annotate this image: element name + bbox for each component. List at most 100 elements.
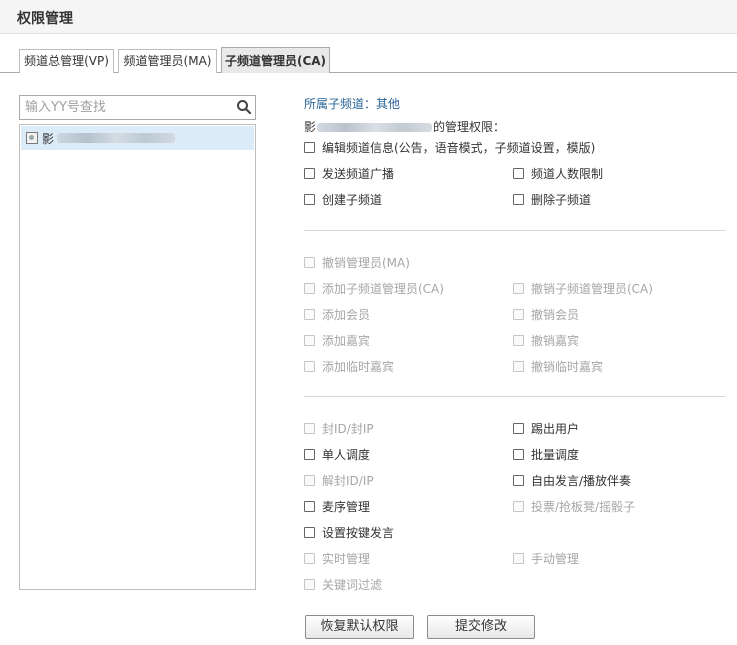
submit-button[interactable]: 提交修改 xyxy=(427,615,535,639)
checkbox[interactable] xyxy=(304,500,315,512)
tab-ca[interactable]: 子频道管理员(CA) xyxy=(221,47,330,73)
perm-push-to-talk[interactable]: 设置按键发言 xyxy=(304,524,394,540)
perm-label: 频道人数限制 xyxy=(531,166,604,181)
perm-label: 自由发言/播放伴奏 xyxy=(531,473,632,488)
checkbox xyxy=(304,422,315,434)
perm-label: 实时管理 xyxy=(322,551,371,566)
checkbox[interactable] xyxy=(513,422,524,434)
perm-label: 封ID/封IP xyxy=(322,421,374,436)
perm-edit-channel-info[interactable]: 编辑频道信息(公告，语音模式，子频道设置，模版) xyxy=(304,139,595,155)
perm-label: 创建子频道 xyxy=(322,192,383,207)
perm-label: 删除子频道 xyxy=(531,192,592,207)
checkbox xyxy=(513,308,524,320)
checkbox[interactable] xyxy=(304,526,315,538)
permission-title-suffix: 的管理权限： xyxy=(433,120,506,134)
perm-label: 撤销子频道管理员(CA) xyxy=(531,281,653,296)
perm-label: 单人调度 xyxy=(322,447,371,462)
perm-batch-move[interactable]: 批量调度 xyxy=(513,446,579,462)
divider xyxy=(304,230,726,231)
checkbox xyxy=(304,282,315,294)
perm-mic-queue[interactable]: 麦序管理 xyxy=(304,498,370,514)
checkbox xyxy=(513,334,524,346)
perm-realtime-manage: 实时管理 xyxy=(304,550,370,566)
checkbox xyxy=(304,552,315,564)
perm-send-broadcast[interactable]: 发送频道广播 xyxy=(304,165,394,181)
perm-label: 添加子频道管理员(CA) xyxy=(322,281,444,296)
member-name: 影 xyxy=(42,132,55,146)
checkbox[interactable] xyxy=(304,448,315,460)
checkbox xyxy=(304,578,315,590)
perm-user-limit[interactable]: 频道人数限制 xyxy=(513,165,603,181)
permission-title-prefix: 影 xyxy=(304,120,317,134)
divider xyxy=(304,396,726,397)
perm-manual-manage: 手动管理 xyxy=(513,550,579,566)
perm-label: 撤销嘉宾 xyxy=(531,333,580,348)
checkbox[interactable] xyxy=(513,193,524,205)
perm-label: 批量调度 xyxy=(531,447,580,462)
checkbox[interactable] xyxy=(304,193,315,205)
checkbox xyxy=(304,308,315,320)
perm-label: 添加临时嘉宾 xyxy=(322,359,395,374)
obscured-name xyxy=(317,123,433,132)
perm-add-guest: 添加嘉宾 xyxy=(304,332,370,348)
sub-channel-label: 所属子频道：其他 xyxy=(304,97,401,111)
obscured-name xyxy=(57,133,175,143)
perm-label: 关键词过滤 xyxy=(322,577,383,592)
checkbox xyxy=(304,256,315,268)
perm-label: 踢出用户 xyxy=(531,421,580,436)
perm-label: 发送频道广播 xyxy=(322,166,395,181)
checkbox xyxy=(513,282,524,294)
restore-default-button[interactable]: 恢复默认权限 xyxy=(305,615,414,639)
perm-label: 投票/抢板凳/摇骰子 xyxy=(531,499,636,514)
tab-ma[interactable]: 频道管理员(MA) xyxy=(118,49,217,73)
search-input[interactable] xyxy=(20,96,230,119)
perm-revoke-temp-guest: 撤销临时嘉宾 xyxy=(513,358,603,374)
perm-add-ca: 添加子频道管理员(CA) xyxy=(304,280,444,296)
member-list[interactable]: 影 xyxy=(19,124,256,590)
perm-ban-id-ip: 封ID/封IP xyxy=(304,420,374,436)
perm-vote-dice: 投票/抢板凳/摇骰子 xyxy=(513,498,635,514)
perm-label: 撤销会员 xyxy=(531,307,580,322)
checkbox xyxy=(304,360,315,372)
checkbox xyxy=(513,360,524,372)
checkbox[interactable] xyxy=(304,167,315,179)
perm-label: 设置按键发言 xyxy=(322,525,395,540)
title-bar: 权限管理 xyxy=(0,0,737,34)
perm-label: 麦序管理 xyxy=(322,499,371,514)
perm-add-member: 添加会员 xyxy=(304,306,370,322)
perm-label: 解封ID/IP xyxy=(322,473,374,488)
search-box xyxy=(19,95,256,120)
perm-kick-user[interactable]: 踢出用户 xyxy=(513,420,579,436)
perm-label: 编辑频道信息(公告，语音模式，子频道设置，模版) xyxy=(322,140,596,155)
perm-keyword-filter: 关键词过滤 xyxy=(304,576,382,592)
perm-revoke-ma: 撤销管理员(MA) xyxy=(304,254,410,270)
perm-revoke-guest: 撤销嘉宾 xyxy=(513,332,579,348)
perm-revoke-member: 撤销会员 xyxy=(513,306,579,322)
perm-delete-subchannel[interactable]: 删除子频道 xyxy=(513,191,591,207)
search-icon[interactable] xyxy=(236,99,252,115)
perm-label: 添加嘉宾 xyxy=(322,333,371,348)
perm-add-temp-guest: 添加临时嘉宾 xyxy=(304,358,394,374)
perm-label: 撤销临时嘉宾 xyxy=(531,359,604,374)
perm-create-subchannel[interactable]: 创建子频道 xyxy=(304,191,382,207)
perm-label: 添加会员 xyxy=(322,307,371,322)
checkbox[interactable] xyxy=(513,474,524,486)
checkbox[interactable] xyxy=(304,141,315,153)
perm-label: 撤销管理员(MA) xyxy=(322,255,410,270)
perm-label: 手动管理 xyxy=(531,551,580,566)
perm-revoke-ca: 撤销子频道管理员(CA) xyxy=(513,280,653,296)
checkbox[interactable] xyxy=(513,448,524,460)
checkbox xyxy=(304,474,315,486)
tab-strip: 频道总管理(VP) 频道管理员(MA) 子频道管理员(CA) xyxy=(0,47,737,73)
perm-single-move[interactable]: 单人调度 xyxy=(304,446,370,462)
user-icon xyxy=(26,132,38,144)
perm-free-speak[interactable]: 自由发言/播放伴奏 xyxy=(513,472,631,488)
permission-title: 影 的管理权限： xyxy=(304,118,505,135)
list-item[interactable]: 影 xyxy=(21,126,254,150)
checkbox xyxy=(513,500,524,512)
checkbox xyxy=(304,334,315,346)
checkbox[interactable] xyxy=(513,167,524,179)
window-title: 权限管理 xyxy=(17,11,73,27)
tab-vp[interactable]: 频道总管理(VP) xyxy=(19,49,114,73)
perm-unban-id-ip: 解封ID/IP xyxy=(304,472,374,488)
